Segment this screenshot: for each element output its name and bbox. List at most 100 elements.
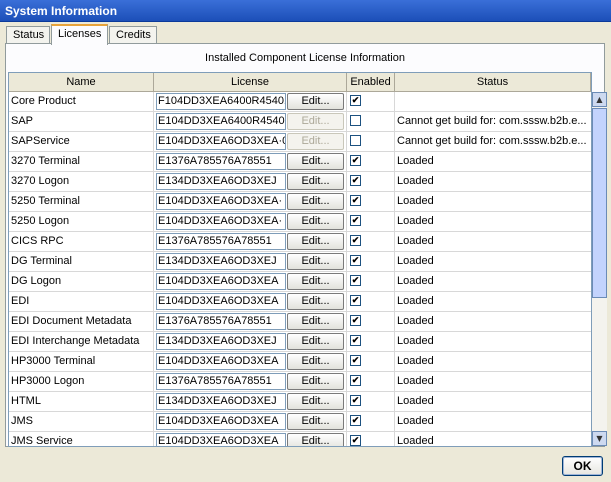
enabled-checkbox[interactable]: ✔ [350,375,361,386]
license-cell: E134DD3XEA6OD3XEJ Edit... [154,332,347,351]
enabled-checkbox[interactable]: ✔ [350,235,361,246]
component-name: DG Logon [9,272,154,291]
edit-license-button[interactable]: Edit... [287,413,344,430]
scroll-up-icon[interactable]: ▲ [592,92,607,107]
component-name: EDI [9,292,154,311]
license-key-field[interactable]: E1376A785576A78551 [156,153,286,170]
tab-status[interactable]: Status [6,26,50,43]
license-key-field[interactable]: E1376A785576A78551 [156,313,286,330]
edit-license-button[interactable]: Edit... [287,213,344,230]
license-key-field[interactable]: E104DD3XEA6OD3XEA [156,273,286,290]
table-row[interactable]: HTML E134DD3XEA6OD3XEJ Edit... ✔ Loaded [9,392,591,412]
status-text: Loaded [397,175,434,187]
table-row[interactable]: EDI E104DD3XEA6OD3XEA Edit... ✔ Loaded [9,292,591,312]
edit-license-button[interactable]: Edit... [287,253,344,270]
table-row[interactable]: EDI Interchange Metadata E134DD3XEA6OD3XE… [9,332,591,352]
table-row[interactable]: HP3000 Logon E1376A785576A78551 Edit... ✔ Lo… [9,372,591,392]
enabled-cell: ✔ [347,92,395,111]
status-text: Loaded [397,235,434,247]
enabled-checkbox[interactable] [350,115,361,126]
table-row[interactable]: 3270 Logon E134DD3XEA6OD3XEJ Edit... ✔ Loade… [9,172,591,192]
edit-license-button[interactable]: Edit... [287,433,344,446]
enabled-cell: ✔ [347,312,395,331]
vertical-scrollbar[interactable]: ▲ ▼ [592,92,607,446]
license-key-field[interactable]: E1376A785576A78551 [156,233,286,250]
license-key-field[interactable]: E104DD3XEA6OD3XEA [156,413,286,430]
table-row[interactable]: 5250 Logon E104DD3XEA6OD3XEA· Edit... ✔ Load… [9,212,591,232]
column-header-enabled[interactable]: Enabled [347,73,395,92]
enabled-cell [347,132,395,151]
enabled-checkbox[interactable]: ✔ [350,395,361,406]
enabled-checkbox[interactable]: ✔ [350,335,361,346]
enabled-cell: ✔ [347,272,395,291]
table-row[interactable]: SAP E104DD3XEA6400R45401 Edit... Cannot get… [9,112,591,132]
edit-license-button[interactable]: Edit... [287,333,344,350]
scroll-down-icon[interactable]: ▼ [592,431,607,446]
table-row[interactable]: DG Terminal E134DD3XEA6OD3XEJ Edit... ✔ Load… [9,252,591,272]
column-header-name[interactable]: Name [9,73,154,92]
license-key-field[interactable]: E104DD3XEA6OD3XEA· [156,193,286,210]
enabled-checkbox[interactable] [350,135,361,146]
edit-license-button[interactable]: Edit... [287,293,344,310]
license-key-field[interactable]: F104DD3XEA6400R45401 [156,93,286,110]
status-text: Loaded [397,335,434,347]
edit-license-button[interactable]: Edit... [287,173,344,190]
license-key-field[interactable]: E134DD3XEA6OD3XEJ [156,173,286,190]
license-key-field[interactable]: E104DD3XEA6OD3XEA [156,293,286,310]
license-key-field[interactable]: E104DD3XEA6OD3XEA· [156,213,286,230]
license-key-field[interactable]: E104DD3XEA6OD3XEA·01 [156,133,286,150]
component-name: Core Product [9,92,154,111]
enabled-checkbox[interactable]: ✔ [350,295,361,306]
enabled-checkbox[interactable]: ✔ [350,435,361,446]
enabled-checkbox[interactable]: ✔ [350,315,361,326]
enabled-checkbox[interactable]: ✔ [350,175,361,186]
tab-licenses[interactable]: Licenses [51,24,108,45]
table-row[interactable]: 5250 Terminal E104DD3XEA6OD3XEA· Edit... ✔ L… [9,192,591,212]
column-header-license[interactable]: License [154,73,347,92]
table-row[interactable]: JMS E104DD3XEA6OD3XEA Edit... ✔ Loaded [9,412,591,432]
table-row[interactable]: HP3000 Terminal E104DD3XEA6OD3XEA Edit... ✔… [9,352,591,372]
edit-license-button[interactable]: Edit... [287,153,344,170]
enabled-checkbox[interactable]: ✔ [350,255,361,266]
enabled-checkbox[interactable]: ✔ [350,355,361,366]
enabled-checkbox[interactable]: ✔ [350,155,361,166]
edit-license-button[interactable]: Edit... [287,393,344,410]
tab-credits[interactable]: Credits [109,26,157,43]
edit-license-button[interactable]: Edit... [287,93,344,110]
component-name: EDI Document Metadata [9,312,154,331]
license-key-field[interactable]: E1376A785576A78551 [156,373,286,390]
table-row[interactable]: 3270 Terminal E1376A785576A78551 Edit... ✔ L… [9,152,591,172]
license-key-field[interactable]: E134DD3XEA6OD3XEJ [156,333,286,350]
table-row[interactable]: JMS Service E104DD3XEA6OD3XEA Edit... ✔ Load… [9,432,591,446]
table-row[interactable]: Core Product F104DD3XEA6400R45401 Edit... ✔ [9,92,591,112]
scroll-thumb[interactable] [592,108,607,298]
license-cell: E104DD3XEA6OD3XEA Edit... [154,432,347,446]
enabled-checkbox[interactable]: ✔ [350,215,361,226]
status-text: Loaded [397,215,434,227]
edit-license-button[interactable]: Edit... [287,273,344,290]
license-key-field[interactable]: E134DD3XEA6OD3XEJ [156,253,286,270]
license-key-field[interactable]: E104DD3XEA6OD3XEA [156,433,286,446]
enabled-checkbox[interactable]: ✔ [350,95,361,106]
edit-license-button[interactable]: Edit... [287,193,344,210]
ok-button[interactable]: OK [562,456,603,476]
license-key-field[interactable]: E134DD3XEA6OD3XEJ [156,393,286,410]
enabled-checkbox[interactable]: ✔ [350,195,361,206]
license-key-field[interactable]: E104DD3XEA6OD3XEA [156,353,286,370]
table-row[interactable]: CICS RPC E1376A785576A78551 Edit... ✔ Loaded [9,232,591,252]
table-row[interactable]: EDI Document Metadata E1376A785576A78551 E… [9,312,591,332]
edit-license-button[interactable]: Edit... [287,313,344,330]
column-header-status[interactable]: Status [395,73,591,92]
enabled-cell: ✔ [347,172,395,191]
enabled-checkbox[interactable]: ✔ [350,415,361,426]
edit-license-button[interactable]: Edit... [287,233,344,250]
table-row[interactable]: SAPService E104DD3XEA6OD3XEA·01 Edit... Can… [9,132,591,152]
license-key-field[interactable]: E104DD3XEA6400R45401 [156,113,286,130]
edit-license-button[interactable]: Edit... [287,353,344,370]
component-name: 3270 Terminal [9,152,154,171]
license-cell: E1376A785576A78551 Edit... [154,232,347,251]
enabled-checkbox[interactable]: ✔ [350,275,361,286]
table-row[interactable]: DG Logon E104DD3XEA6OD3XEA Edit... ✔ Loaded [9,272,591,292]
edit-license-button[interactable]: Edit... [287,373,344,390]
panel-heading: Installed Component License Information [205,52,405,64]
